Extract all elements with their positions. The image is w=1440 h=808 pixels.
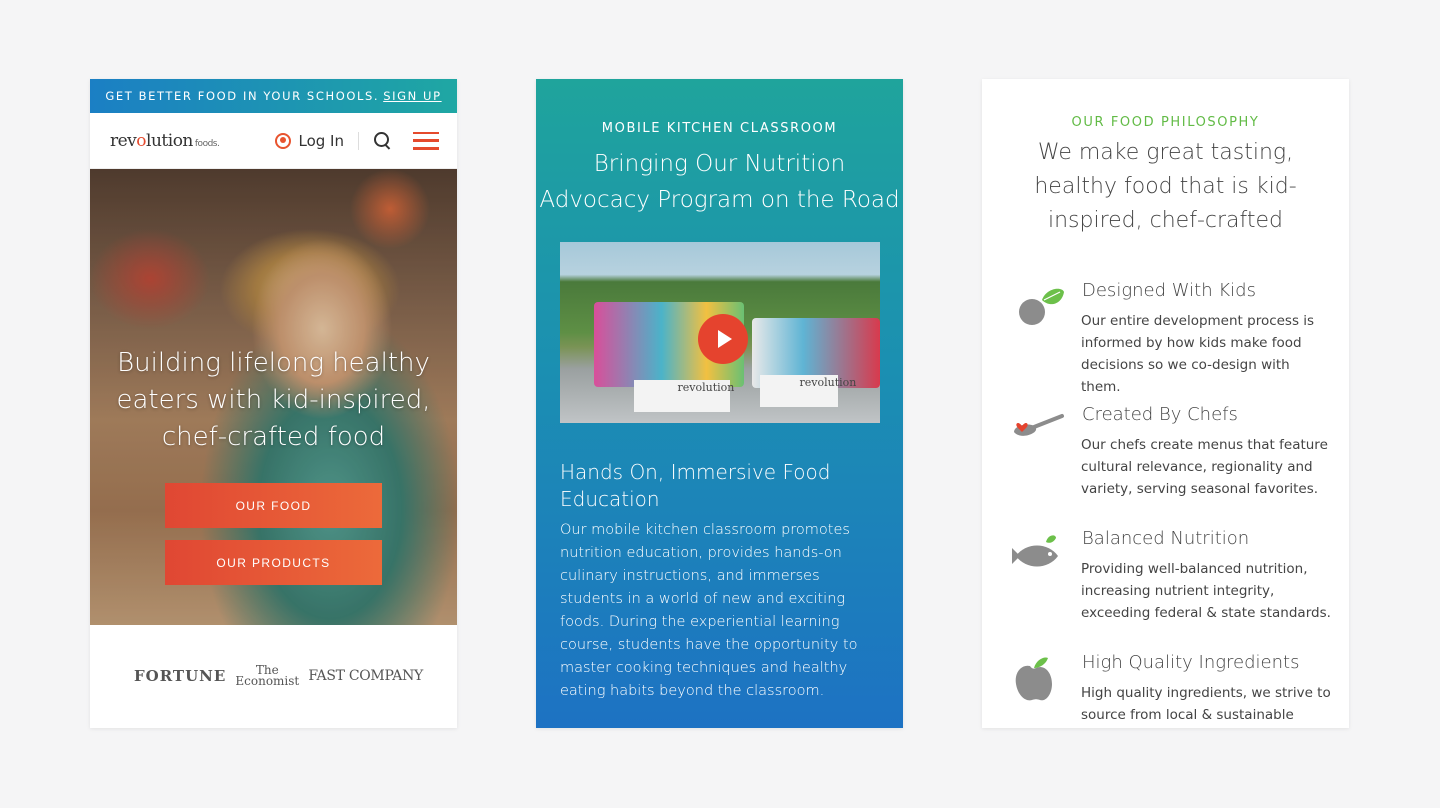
login-label: Log In	[298, 131, 345, 150]
our-products-button[interactable]: OUR PRODUCTS	[165, 540, 382, 585]
feature-body: Our chefs create menus that feature cult…	[1081, 437, 1328, 497]
feature-body: High quality ingredients, we strive to s…	[1081, 685, 1331, 723]
play-icon[interactable]	[697, 314, 748, 364]
economist-line2: Economist	[235, 674, 300, 688]
economist-logo: The Economist	[235, 664, 300, 688]
feature-body: Providing well-balanced nutrition, incre…	[1081, 561, 1331, 621]
kale-leaf-icon	[1019, 288, 1064, 325]
table-logo: revolution	[677, 381, 735, 394]
hero-image: Building lifelong healthy eaters with ki…	[90, 169, 457, 625]
logo-text-o: o	[136, 130, 147, 151]
navbar: revolution foods. Log In	[90, 113, 457, 169]
table-logo: revolution	[799, 376, 857, 389]
revolution-foods-logo[interactable]: revolution foods.	[110, 130, 220, 151]
nav-actions: Log In	[274, 131, 439, 151]
feature-title: Balanced Nutrition	[1082, 528, 1250, 549]
fish-icon	[1012, 535, 1058, 567]
our-food-button[interactable]: OUR FOOD	[165, 483, 382, 528]
phone-homepage: GET BETTER FOOD IN YOUR SCHOOLS. SIGN UP…	[90, 79, 457, 728]
hero-title: Building lifelong healthy eaters with ki…	[116, 348, 431, 452]
logo-suffix: foods.	[194, 138, 220, 149]
section-body: Our mobile kitchen classroom promotes nu…	[560, 522, 858, 699]
section-title: We make great tasting, healthy food that…	[1034, 140, 1297, 233]
section-title: Bringing Our Nutrition Advocacy Program …	[539, 151, 900, 213]
hamburger-menu-icon[interactable]	[413, 131, 439, 150]
fast-company-logo: FAST COMPANY	[308, 668, 423, 684]
phone-mobile-kitchen: MOBILE KITCHEN CLASSROOM Bringing Our Nu…	[536, 79, 903, 728]
section-eyebrow: MOBILE KITCHEN CLASSROOM	[601, 121, 838, 136]
feature-title: Created By Chefs	[1082, 404, 1238, 425]
user-icon	[274, 132, 291, 149]
search-icon[interactable]	[373, 131, 393, 151]
login-button[interactable]: Log In	[274, 131, 359, 150]
promo-text: GET BETTER FOOD IN YOUR SCHOOLS.	[105, 89, 380, 103]
logo-text-end: lution	[146, 130, 193, 151]
spoon-heart-icon	[1014, 414, 1064, 436]
section-subtitle: Hands On, Immersive Food Education	[560, 460, 831, 511]
feature-body: Our entire development process is inform…	[1081, 313, 1315, 395]
promo-banner: GET BETTER FOOD IN YOUR SCHOOLS. SIGN UP	[90, 79, 457, 113]
sign-up-link[interactable]: SIGN UP	[383, 89, 441, 103]
press-logos: FORTUNE The Economist FAST COMPANY	[90, 625, 457, 687]
phone-food-philosophy: OUR FOOD PHILOSOPHY We make great tastin…	[982, 79, 1349, 728]
fortune-logo: FORTUNE	[134, 667, 227, 685]
video-player[interactable]: revolution revolution	[559, 242, 880, 423]
feature-title: Designed With Kids	[1082, 280, 1256, 301]
logo-text-start: rev	[110, 130, 137, 151]
apple-icon	[1015, 657, 1052, 701]
section-eyebrow: OUR FOOD PHILOSOPHY	[1071, 115, 1260, 130]
feature-title: High Quality Ingredients	[1082, 652, 1300, 673]
